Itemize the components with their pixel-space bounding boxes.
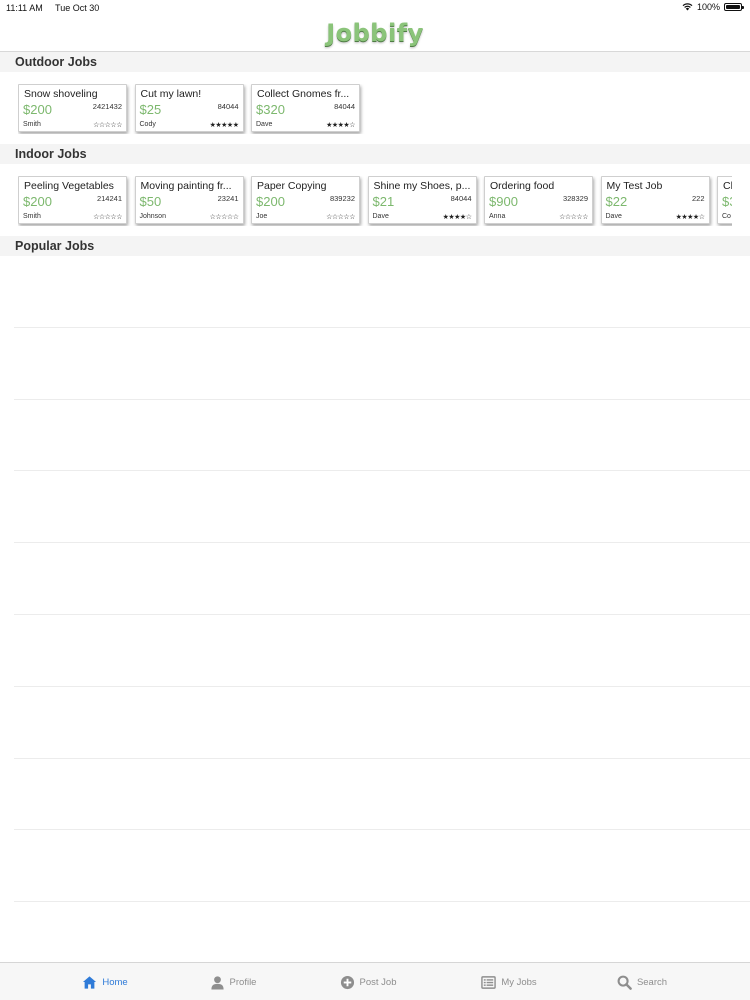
job-price: $200 — [23, 102, 52, 117]
list-item[interactable] — [14, 830, 750, 903]
job-card[interactable]: Cut my lawn! $25 84044 Cody ★★★★★ — [134, 84, 244, 132]
job-card[interactable]: Peeling Vegetables $200 214241 Smith ☆☆☆☆☆ — [18, 176, 127, 224]
rating-stars: ☆☆☆☆☆ — [326, 213, 355, 221]
job-price: $22 — [605, 194, 628, 209]
job-price: $21 — [372, 194, 395, 209]
list-item[interactable] — [14, 759, 750, 831]
job-zip: 328329 — [562, 194, 588, 203]
status-time: 11:11 AM — [6, 3, 43, 13]
job-zip: 839232 — [329, 194, 355, 203]
list-icon — [481, 975, 497, 989]
job-price: $25 — [139, 102, 162, 117]
popular-jobs-list[interactable] — [14, 256, 750, 903]
wifi-icon — [682, 3, 693, 11]
job-card[interactable]: My Test Job $22 222 Dave ★★★★☆ — [600, 176, 710, 224]
search-icon — [617, 975, 632, 990]
job-title: Peeling Vegetables — [24, 180, 114, 192]
rating-stars: ★★★★☆ — [675, 213, 705, 221]
job-card[interactable]: Cl $3 Co — [717, 176, 732, 224]
job-zip: 23241 — [217, 194, 239, 203]
job-zip: 84044 — [217, 102, 239, 111]
list-item[interactable] — [14, 328, 750, 400]
rating-stars: ★★★★☆ — [442, 213, 472, 221]
job-card[interactable]: Paper Copying $200 839232 Joe ☆☆☆☆☆ — [251, 176, 360, 224]
list-item[interactable] — [14, 687, 750, 759]
tab-bar: Home Profile Post Job My Jobs Search — [0, 962, 750, 1000]
job-zip: 2421432 — [92, 102, 122, 111]
job-user: Smith — [23, 213, 41, 220]
job-user: Dave — [372, 213, 389, 220]
home-icon — [83, 975, 97, 989]
rating-stars: ☆☆☆☆☆ — [209, 213, 239, 221]
tab-label-my-jobs: My Jobs — [501, 976, 537, 988]
rating-stars: ☆☆☆☆☆ — [93, 121, 122, 129]
job-card[interactable]: Ordering food $900 328329 Anna ☆☆☆☆☆ — [484, 176, 593, 224]
job-price: $3 — [722, 194, 732, 209]
job-title: My Test Job — [606, 180, 663, 192]
job-card[interactable]: Snow shoveling $200 2421432 Smith ☆☆☆☆☆ — [18, 84, 127, 132]
outdoor-jobs-row[interactable]: Snow shoveling $200 2421432 Smith ☆☆☆☆☆ Cut m… — [18, 84, 732, 134]
job-card[interactable]: Collect Gnomes fr... $320 84044 Dave ★★★★☆ — [251, 84, 360, 132]
list-item[interactable] — [14, 400, 750, 472]
job-user: Smith — [23, 121, 41, 128]
job-zip: 222 — [691, 194, 705, 203]
job-price: $320 — [256, 102, 285, 117]
job-user: Joe — [256, 213, 268, 220]
section-header-indoor: Indoor Jobs — [0, 144, 750, 164]
profile-icon — [210, 975, 224, 990]
job-price: $50 — [139, 194, 162, 209]
tab-label-post-job: Post Job — [359, 976, 397, 988]
nav-bar: Jobbify — [0, 16, 750, 52]
tab-label-profile: Profile — [229, 976, 257, 988]
section-header-outdoor: Outdoor Jobs — [0, 52, 750, 72]
tab-label-home: Home — [102, 976, 128, 988]
job-title: Shine my Shoes, p... — [373, 180, 471, 192]
job-zip: 84044 — [450, 194, 472, 203]
job-user: Cody — [139, 121, 156, 128]
battery-percent: 100% — [696, 2, 720, 12]
indoor-jobs-row[interactable]: Peeling Vegetables $200 214241 Smith ☆☆☆☆☆ Mo… — [18, 176, 732, 226]
job-price: $200 — [256, 194, 285, 209]
tab-search[interactable]: Search — [567, 963, 717, 1000]
tab-my-jobs[interactable]: My Jobs — [434, 963, 584, 1000]
tab-label-search: Search — [636, 976, 668, 988]
list-item[interactable] — [14, 543, 750, 615]
list-item[interactable] — [14, 256, 750, 328]
rating-stars: ☆☆☆☆☆ — [559, 213, 588, 221]
list-item[interactable] — [14, 471, 750, 544]
job-card[interactable]: Moving painting fr... $50 23241 Johnson ☆☆☆☆… — [134, 176, 244, 224]
job-user: Dave — [605, 213, 622, 220]
job-title: Moving painting fr... — [140, 180, 232, 192]
status-date: Tue Oct 30 — [55, 3, 100, 13]
rating-stars: ★★★★☆ — [326, 121, 355, 129]
job-title: Cut my lawn! — [140, 88, 202, 100]
section-header-popular: Popular Jobs — [0, 236, 750, 256]
battery-icon — [724, 3, 744, 11]
job-zip: 214241 — [96, 194, 122, 203]
tab-profile[interactable]: Profile — [158, 963, 308, 1000]
job-price: $900 — [489, 194, 518, 209]
job-user: Co — [722, 213, 731, 220]
tab-post-job[interactable]: Post Job — [293, 963, 443, 1000]
job-user: Anna — [489, 213, 506, 220]
job-zip: 84044 — [334, 102, 355, 111]
app-title: Jobbify — [326, 19, 424, 47]
rating-stars: ★★★★★ — [209, 121, 239, 129]
job-title: Cl — [723, 180, 732, 192]
job-user: Dave — [256, 121, 273, 128]
job-title: Paper Copying — [257, 180, 327, 192]
battery-level — [726, 5, 740, 9]
job-title: Ordering food — [490, 180, 555, 192]
job-price: $200 — [23, 194, 52, 209]
job-title: Collect Gnomes fr... — [257, 88, 350, 100]
job-user: Johnson — [139, 213, 166, 220]
list-item[interactable] — [14, 615, 750, 687]
status-bar: 11:11 AM Tue Oct 30 100% — [0, 0, 750, 16]
plus-circle-icon — [340, 975, 354, 989]
job-card[interactable]: Shine my Shoes, p... $21 84044 Dave ★★★★☆ — [367, 176, 477, 224]
job-title: Snow shoveling — [24, 88, 98, 100]
rating-stars: ☆☆☆☆☆ — [93, 213, 122, 221]
